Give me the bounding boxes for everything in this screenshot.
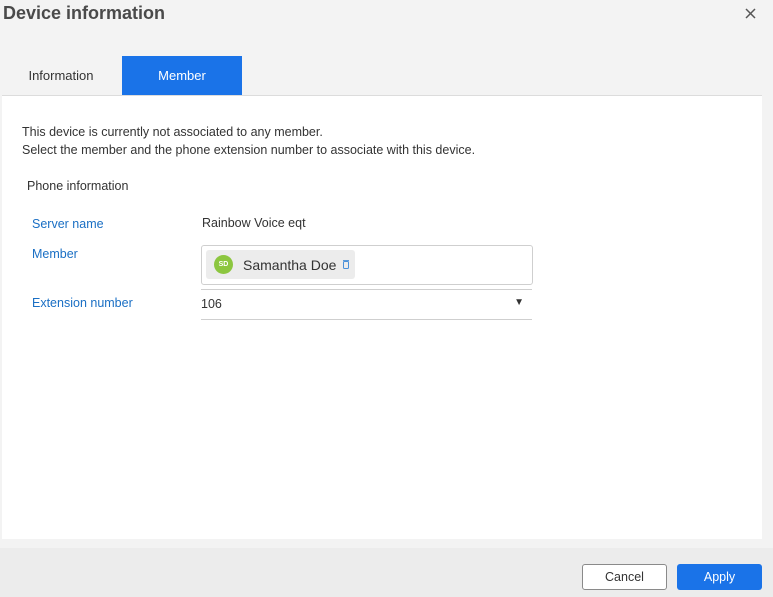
section-title: Phone information [27,179,129,193]
info-message-line2: Select the member and the phone extensio… [22,143,476,157]
dialog-footer: Cancel Apply [0,548,773,597]
avatar: SD [214,255,233,274]
member-label: Member [32,247,78,261]
remove-member-button[interactable] [342,260,350,270]
trash-icon [343,260,350,269]
member-chip: SD Samantha Doe [206,250,355,279]
dialog-title: Device information [3,3,166,23]
member-panel: This device is currently not associated … [2,95,762,539]
extension-number-value: 106 [201,297,222,311]
chevron-down-icon: ▼ [514,297,524,308]
cancel-button[interactable]: Cancel [582,564,667,590]
extension-number-select[interactable]: 106 ▼ [201,289,532,320]
tab-bar: Information Member [0,56,773,96]
server-name-value: Rainbow Voice eqt [202,216,306,230]
tab-information[interactable]: Information [0,56,122,95]
close-icon [744,7,756,19]
extension-number-label: Extension number [32,296,133,310]
tab-member[interactable]: Member [122,56,242,95]
info-message-line1: This device is currently not associated … [22,125,323,139]
dialog-header: Device information [0,0,773,56]
server-name-label: Server name [32,217,104,231]
info-message: This device is currently not associated … [22,123,475,159]
close-button[interactable] [740,3,760,23]
member-name: Samantha Doe [243,256,337,273]
member-field[interactable]: SD Samantha Doe [201,245,533,285]
apply-button[interactable]: Apply [677,564,762,590]
